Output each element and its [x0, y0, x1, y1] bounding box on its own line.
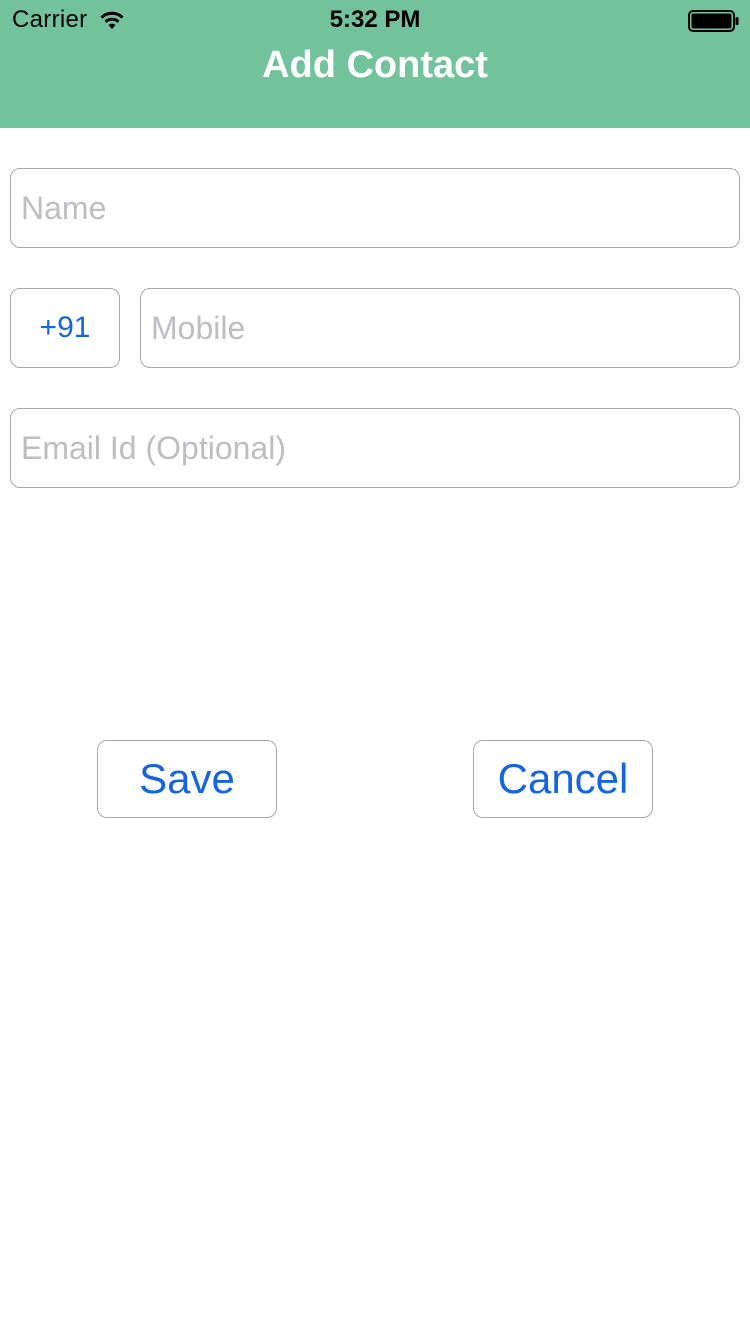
name-input[interactable]: [10, 168, 740, 248]
battery-icon: [688, 10, 739, 32]
email-input[interactable]: [10, 408, 740, 488]
save-button[interactable]: Save: [97, 740, 277, 818]
country-code-label: +91: [39, 311, 91, 344]
mobile-input[interactable]: [140, 288, 740, 368]
save-button-label: Save: [139, 755, 235, 802]
status-time: 5:32 PM: [329, 6, 421, 33]
status-bar: Carrier 5:32 PM: [0, 0, 750, 40]
country-code-button[interactable]: +91: [10, 288, 120, 368]
cancel-button[interactable]: Cancel: [473, 740, 653, 818]
cancel-button-label: Cancel: [497, 755, 629, 802]
header-bar: Carrier 5:32 PM Add Contact: [0, 0, 750, 128]
page-title: Add Contact: [262, 44, 488, 86]
